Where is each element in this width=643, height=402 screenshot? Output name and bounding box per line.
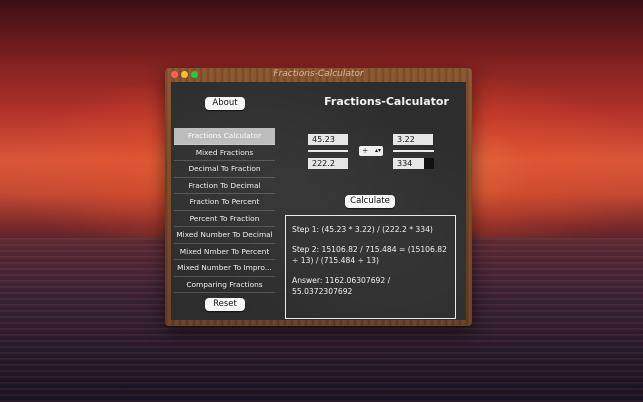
operator-value: ÷ <box>362 146 369 155</box>
reset-button[interactable]: Reset <box>205 298 245 311</box>
fraction2-bar <box>393 150 434 152</box>
sidebar-item-fractions-calculator[interactable]: Fractions Calculator <box>174 128 275 145</box>
stepper-arrows-icon: ▴▾ <box>374 147 381 154</box>
sidebar-item-mixed-fractions[interactable]: Mixed Fractions <box>174 145 275 161</box>
window-title: Fractions-Calculator <box>273 69 364 79</box>
calculate-button[interactable]: Calculate <box>345 195 395 208</box>
fraction1-denominator-input[interactable]: 222.2 <box>308 158 348 169</box>
sidebar-item-fraction-to-decimal[interactable]: Fraction To Decimal <box>174 178 275 194</box>
sidebar-item-comparing-fractions[interactable]: Comparing Fractions <box>174 277 275 293</box>
sidebar-item-mixed-number-to-decimal[interactable]: Mixed Number To Decimal <box>174 227 275 244</box>
sidebar-item-mixed-number-to-improper[interactable]: Mixed Number To Impro... <box>174 260 275 277</box>
operator-select[interactable]: ÷ ▴▾ <box>359 146 383 156</box>
sidebar-item-mixed-number-to-percent[interactable]: Mixed Nmber To Percent <box>174 244 275 260</box>
sidebar-item-fraction-to-percent[interactable]: Fraction To Percent <box>174 194 275 211</box>
result-panel: Step 1: (45.23 * 3.22) / (222.2 * 334) S… <box>285 215 456 319</box>
sidebar-item-percent-to-fraction[interactable]: Percent To Fraction <box>174 211 275 227</box>
result-answer: Answer: 1162.06307692 / 55.0372307692 <box>292 275 391 297</box>
fraction1-numerator-input[interactable]: 45.23 <box>308 134 348 145</box>
title-bar: Fractions-Calculator <box>165 68 472 81</box>
result-step2: Step 2: 15106.82 / 715.484 = (15106.82 ÷… <box>292 244 447 266</box>
sidebar-item-decimal-to-fraction[interactable]: Decimal To Fraction <box>174 161 275 178</box>
sidebar-menu: Fractions Calculator Mixed Fractions Dec… <box>174 128 275 293</box>
app-window: Fractions-Calculator About Fractions-Cal… <box>165 68 472 326</box>
fraction1-bar <box>308 150 348 152</box>
fraction2-denominator-input[interactable]: 334 <box>393 158 424 169</box>
fraction2-numerator-input[interactable]: 3.22 <box>393 134 433 145</box>
app-title: Fractions-Calculator <box>324 95 449 108</box>
about-button[interactable]: About <box>205 97 245 110</box>
text-cursor-area <box>424 158 434 169</box>
result-step1: Step 1: (45.23 * 3.22) / (222.2 * 334) <box>292 225 433 234</box>
chalkboard: About Fractions-Calculator Fractions Cal… <box>171 82 466 320</box>
